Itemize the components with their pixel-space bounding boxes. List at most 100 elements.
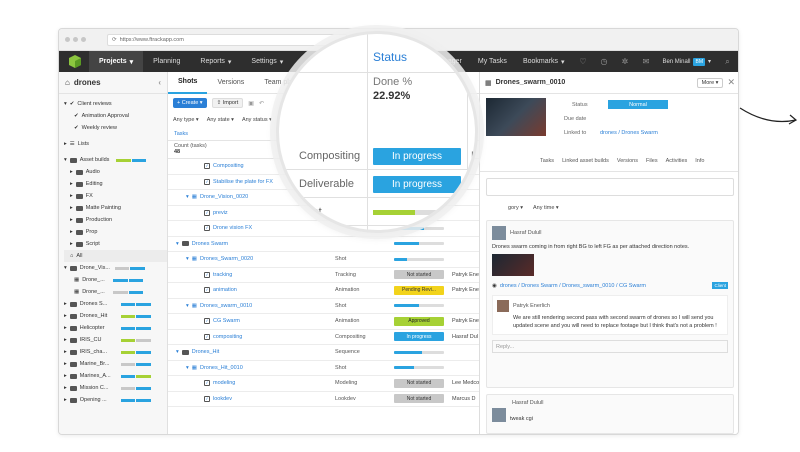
row-name-cell[interactable]: ✓ animation: [204, 287, 237, 294]
row-name-cell[interactable]: ▾ Drones Swarm: [176, 241, 228, 247]
nav-settings[interactable]: Settings ▾: [241, 51, 293, 72]
import-button[interactable]: ⇪ Import: [211, 98, 244, 108]
tree-review-item[interactable]: ✔ Weekly review: [64, 122, 167, 134]
nav-bookmarks[interactable]: Bookmarks ▾: [515, 51, 573, 72]
panel-tab[interactable]: Versions: [617, 158, 638, 164]
tree-folder[interactable]: ▸ Opening ...: [64, 394, 167, 406]
refresh-icon[interactable]: ⟳: [112, 37, 117, 43]
panel-search-input[interactable]: [486, 178, 734, 196]
filter-status[interactable]: Any status ▾: [242, 117, 272, 123]
tree-folder[interactable]: ▸ Marine_Br...: [64, 358, 167, 370]
tree-asset-item[interactable]: ▸ Script: [64, 238, 167, 250]
tree-asset-item[interactable]: ▸ Audio: [64, 166, 167, 178]
address-bar[interactable]: ⟳ https://www.ftrackapp.com: [107, 33, 347, 46]
status-badge[interactable]: In progress: [373, 176, 461, 193]
linked-link[interactable]: drones / Drones Swarm: [600, 130, 658, 136]
table-row[interactable]: ✓ lookdev Lookdev Not started Marcus D: [168, 392, 488, 407]
status-badge[interactable]: Not started: [394, 270, 444, 280]
tree-folder[interactable]: ▸ Drones_Hit: [64, 310, 167, 322]
row-name-cell[interactable]: ▾ ▦ Drones_Swarm_0020: [186, 256, 253, 262]
tree-lists[interactable]: ▸ ☰ Lists: [64, 138, 167, 150]
table-row[interactable]: ✓ animation Animation Pending Revi... Patryk…: [168, 283, 488, 299]
table-row[interactable]: ▾ Drones Swarm: [168, 237, 488, 252]
filter-time[interactable]: Any time ▾: [533, 205, 559, 211]
panel-tab[interactable]: Activities: [666, 158, 688, 164]
tree-folder[interactable]: ▸ Drones S...: [64, 298, 167, 310]
row-name-cell[interactable]: ✓ previz: [204, 209, 228, 216]
version-link[interactable]: drones / Drones Swarm / Drones_swarm_001…: [500, 283, 646, 289]
heart-icon[interactable]: ♡: [572, 51, 593, 72]
lens-status-header[interactable]: Status: [373, 50, 407, 64]
table-row[interactable]: ✓ tracking Tracking Not started Patryk Ene: [168, 268, 488, 283]
status-badge[interactable]: Pending Revi...: [394, 285, 444, 295]
window-dot[interactable]: [73, 37, 78, 42]
row-name-cell[interactable]: ✓ Compositing: [204, 163, 244, 170]
home-icon[interactable]: ⌂: [65, 78, 70, 87]
nav-my-tasks[interactable]: My Tasks: [470, 51, 515, 72]
tree-client-reviews[interactable]: ▾ ✔ Client reviews: [64, 98, 167, 110]
row-name-cell[interactable]: ▾ ▦ Drones_swarm_0010: [186, 303, 252, 309]
row-name-cell[interactable]: ✓ Stabilise the plate for FX: [204, 178, 273, 185]
panel-tab[interactable]: Files: [646, 158, 658, 164]
tree-review-item[interactable]: ✔ Animation Approval: [64, 110, 167, 122]
close-icon[interactable]: ✕: [727, 77, 735, 88]
tree-asset-builds[interactable]: ▾ Asset builds: [64, 154, 167, 166]
status-badge[interactable]: Not started: [394, 378, 444, 388]
row-name-cell[interactable]: ▾ ▦ Drones_Hit_0010: [186, 365, 243, 371]
tree-shot[interactable]: ▦ Drone_...: [64, 274, 167, 286]
row-name-cell[interactable]: ✓ modeling: [204, 380, 235, 387]
create-button[interactable]: + Create ▾: [173, 98, 207, 108]
filter-state[interactable]: Any state ▾: [207, 117, 234, 123]
tree-folder[interactable]: ▸ IRIS_cha...: [64, 346, 167, 358]
tab-shots[interactable]: Shots: [168, 72, 208, 94]
tab-versions[interactable]: Versions: [207, 79, 254, 86]
status-badge[interactable]: Approved: [394, 316, 444, 326]
user-menu[interactable]: Ben Minall BM ▾: [656, 57, 717, 66]
panel-tab[interactable]: Info: [695, 158, 704, 164]
collapse-icon[interactable]: ‹: [158, 78, 161, 87]
reply-input[interactable]: Reply...: [492, 340, 728, 353]
row-name-cell[interactable]: ✓ tracking: [204, 271, 232, 278]
tree-folder[interactable]: ▸ Mission C...: [64, 382, 167, 394]
tree-asset-item[interactable]: ▸ Prop: [64, 226, 167, 238]
table-row[interactable]: ✓ CG Swarm Animation Approved Patryk Ene: [168, 314, 488, 330]
clock-icon[interactable]: ◷: [593, 51, 614, 72]
undo-icon[interactable]: ↶: [259, 100, 264, 107]
table-row[interactable]: ✓ compositing Compositing In progress Hasraf…: [168, 330, 488, 345]
table-row[interactable]: ▾ ▦ Drones_swarm_0010 Shot: [168, 299, 488, 314]
tree-seq[interactable]: ▾ Drone_Vis...: [64, 262, 167, 274]
table-row[interactable]: ✓ modeling Modeling Not started Lee Medco: [168, 376, 488, 392]
status-select[interactable]: Normal: [608, 100, 668, 109]
attachment-thumbnail[interactable]: [492, 254, 534, 276]
shot-thumbnail[interactable]: [486, 98, 546, 136]
ftrack-logo-icon[interactable]: [65, 51, 85, 72]
status-badge[interactable]: In progress: [394, 332, 444, 342]
panel-tab[interactable]: Tasks: [540, 158, 554, 164]
nav-projects[interactable]: Projects ▾: [89, 51, 144, 72]
filter-category[interactable]: gory ▾: [508, 205, 523, 211]
filter-type[interactable]: Any type ▾: [173, 117, 199, 123]
tree-all[interactable]: ⌂ All: [64, 250, 167, 262]
tree-asset-item[interactable]: ▸ Editing: [64, 178, 167, 190]
nav-planning[interactable]: Planning: [143, 51, 190, 72]
settings-icon[interactable]: ✲: [614, 51, 635, 72]
search-icon[interactable]: ⌕: [717, 51, 738, 72]
row-name-cell[interactable]: ▾ ▦ Drone_Vision_0020: [186, 194, 248, 200]
nav-reports[interactable]: Reports ▾: [190, 51, 241, 72]
row-name-cell[interactable]: ▾ Drones_Hit: [176, 349, 219, 355]
tree-shot[interactable]: ▦ Drone_...: [64, 286, 167, 298]
more-button[interactable]: More ▾: [696, 77, 724, 88]
window-dot[interactable]: [65, 37, 70, 42]
tree-folder[interactable]: ▸ Marines_A...: [64, 370, 167, 382]
row-name-cell[interactable]: ✓ compositing: [204, 333, 242, 340]
panel-tab[interactable]: Linked asset builds: [562, 158, 609, 164]
tree-folder[interactable]: ▸ Helicopter: [64, 322, 167, 334]
table-row[interactable]: ▾ ▦ Drones_Hit_0010 Shot: [168, 361, 488, 376]
row-name-cell[interactable]: ✓ Drone vision FX: [204, 225, 252, 232]
row-name-cell[interactable]: ✓ CG Swarm: [204, 318, 240, 325]
status-badge[interactable]: Not started: [394, 394, 444, 404]
row-name-cell[interactable]: ✓ lookdev: [204, 395, 232, 402]
inbox-icon[interactable]: ✉: [635, 51, 656, 72]
tree-folder[interactable]: ▸ IRIS_CU: [64, 334, 167, 346]
tree-asset-item[interactable]: ▸ Production: [64, 214, 167, 226]
